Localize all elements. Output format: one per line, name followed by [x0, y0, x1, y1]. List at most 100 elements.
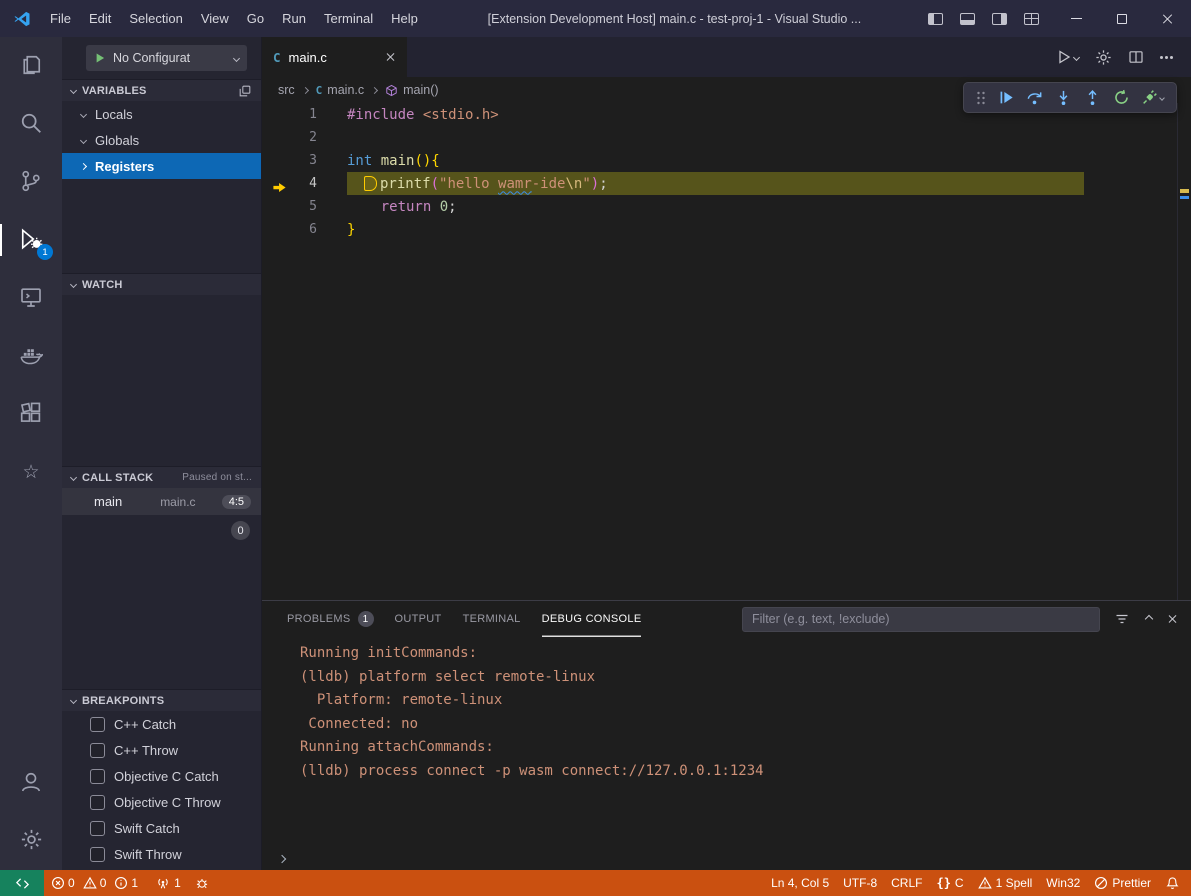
breakpoint-cpp-catch[interactable]: C++ Catch [62, 711, 261, 737]
step-over-button[interactable] [1026, 89, 1043, 106]
status-formatter[interactable]: Prettier [1087, 870, 1158, 896]
status-line-col[interactable]: Ln 4, Col 5 [764, 870, 836, 896]
menu-item-view[interactable]: View [192, 0, 238, 37]
customize-layout-icon[interactable] [1024, 13, 1039, 25]
launch-config-dropdown[interactable]: No Configurat [86, 45, 247, 71]
status-spell[interactable]: 1 Spell [971, 870, 1040, 896]
toggle-panel-icon[interactable] [960, 13, 975, 25]
activity-explorer[interactable] [0, 37, 62, 95]
status-debug[interactable] [188, 870, 216, 896]
chevron-down-icon [80, 136, 87, 143]
activity-remote-explorer[interactable] [0, 269, 62, 327]
restart-button[interactable] [1113, 89, 1130, 106]
breakpoint-objc-throw[interactable]: Objective C Throw [62, 789, 261, 815]
activity-favorites[interactable]: ☆ [0, 443, 62, 501]
copy-value-icon[interactable] [238, 84, 252, 98]
disconnect-button[interactable] [1141, 89, 1164, 106]
checkbox[interactable] [90, 743, 105, 758]
code-line-4-current[interactable]: 4 printf("hello wamr-ide\n"); [262, 172, 1191, 195]
run-file-button[interactable] [1056, 49, 1079, 65]
status-platform[interactable]: Win32 [1039, 870, 1087, 896]
maximize-button[interactable] [1099, 0, 1145, 37]
stack-frame-row[interactable]: main main.c 4:5 [62, 488, 261, 515]
status-problems[interactable]: 0 0 1 [44, 870, 149, 896]
activity-accounts[interactable] [0, 754, 62, 812]
breadcrumb-symbol[interactable]: main() [385, 83, 438, 97]
menu-item-selection[interactable]: Selection [120, 0, 191, 37]
split-editor-icon[interactable] [1128, 49, 1144, 65]
variables-scope-registers[interactable]: Registers [62, 153, 261, 179]
debug-console-output[interactable]: Running initCommands: (lldb) platform se… [262, 637, 1191, 848]
activity-settings[interactable] [0, 812, 62, 870]
braces-icon: {} [936, 876, 950, 890]
checkbox[interactable] [90, 847, 105, 862]
menu-item-run[interactable]: Run [273, 0, 315, 37]
code-line-3[interactable]: 3 int main(){ [262, 149, 1191, 172]
tab-problems[interactable]: PROBLEMS1 [287, 601, 374, 637]
status-language[interactable]: {}C [929, 870, 970, 896]
activity-source-control[interactable] [0, 153, 62, 211]
gutter[interactable]: 4 [262, 176, 347, 191]
checkbox[interactable] [90, 821, 105, 836]
close-button[interactable] [1145, 0, 1191, 37]
debug-console-input[interactable] [262, 848, 1191, 870]
gutter[interactable]: 1 [262, 107, 347, 122]
step-out-button[interactable] [1084, 89, 1101, 106]
gutter[interactable]: 2 [262, 130, 347, 145]
gutter[interactable]: 5 [262, 199, 347, 214]
checkbox[interactable] [90, 795, 105, 810]
section-header-breakpoints[interactable]: BREAKPOINTS [62, 689, 261, 711]
section-header-variables[interactable]: VARIABLES [62, 79, 261, 101]
minimize-button[interactable] [1053, 0, 1099, 37]
status-eol[interactable]: CRLF [884, 870, 929, 896]
breakpoint-objc-catch[interactable]: Objective C Catch [62, 763, 261, 789]
menu-item-edit[interactable]: Edit [80, 0, 120, 37]
breadcrumb-src[interactable]: src [278, 83, 295, 97]
gutter[interactable]: 6 [262, 222, 347, 237]
section-header-watch[interactable]: WATCH [62, 273, 261, 295]
checkbox[interactable] [90, 769, 105, 784]
menu-item-go[interactable]: Go [238, 0, 273, 37]
breakpoint-swift-throw[interactable]: Swift Throw [62, 841, 261, 867]
tab-output[interactable]: OUTPUT [395, 601, 442, 637]
status-encoding[interactable]: UTF-8 [836, 870, 884, 896]
code-line-2[interactable]: 2 [262, 126, 1191, 149]
more-actions-icon[interactable] [1160, 56, 1176, 59]
maximize-panel-icon[interactable] [1146, 616, 1152, 622]
overview-ruler[interactable] [1177, 103, 1191, 600]
toggle-sidebar-icon[interactable] [928, 13, 943, 25]
activity-search[interactable] [0, 95, 62, 153]
remote-indicator[interactable] [0, 870, 44, 896]
tab-terminal[interactable]: TERMINAL [463, 601, 521, 637]
activity-docker[interactable] [0, 327, 62, 385]
breakpoint-swift-catch[interactable]: Swift Catch [62, 815, 261, 841]
menu-item-file[interactable]: File [41, 0, 80, 37]
variables-scope-locals[interactable]: Locals [62, 101, 261, 127]
menu-item-terminal[interactable]: Terminal [315, 0, 382, 37]
tab-main-c[interactable]: C main.c [262, 37, 407, 77]
notifications-bell[interactable] [1158, 870, 1187, 896]
code-line-5[interactable]: 5 return 0; [262, 195, 1191, 218]
variables-scope-globals[interactable]: Globals [62, 127, 261, 153]
gutter[interactable]: 3 [262, 153, 347, 168]
code-line-6[interactable]: 6 } [262, 218, 1191, 241]
close-panel-icon[interactable] [1168, 614, 1178, 624]
activity-extensions[interactable] [0, 385, 62, 443]
breadcrumb-file[interactable]: Cmain.c [316, 83, 364, 97]
console-filter-input[interactable] [742, 607, 1100, 632]
toolbar-drag-grip[interactable] [976, 90, 986, 106]
breakpoint-cpp-throw[interactable]: C++ Throw [62, 737, 261, 763]
code-editor[interactable]: 1 #include <stdio.h> 2 3 int main(){ 4 [262, 103, 1191, 600]
status-ports[interactable]: 1 [149, 870, 188, 896]
activity-run-debug[interactable]: 1 [0, 211, 62, 269]
step-into-button[interactable] [1055, 89, 1072, 106]
continue-button[interactable] [998, 89, 1015, 106]
checkbox[interactable] [90, 717, 105, 732]
tab-debug-console[interactable]: DEBUG CONSOLE [542, 601, 642, 637]
tab-close-icon[interactable] [386, 52, 396, 62]
filter-lines-icon[interactable] [1114, 611, 1130, 627]
settings-gear-icon[interactable] [1095, 49, 1112, 66]
toggle-secondary-sidebar-icon[interactable] [992, 13, 1007, 25]
menu-item-help[interactable]: Help [382, 0, 427, 37]
section-header-call-stack[interactable]: CALL STACK Paused on st... [62, 466, 261, 488]
